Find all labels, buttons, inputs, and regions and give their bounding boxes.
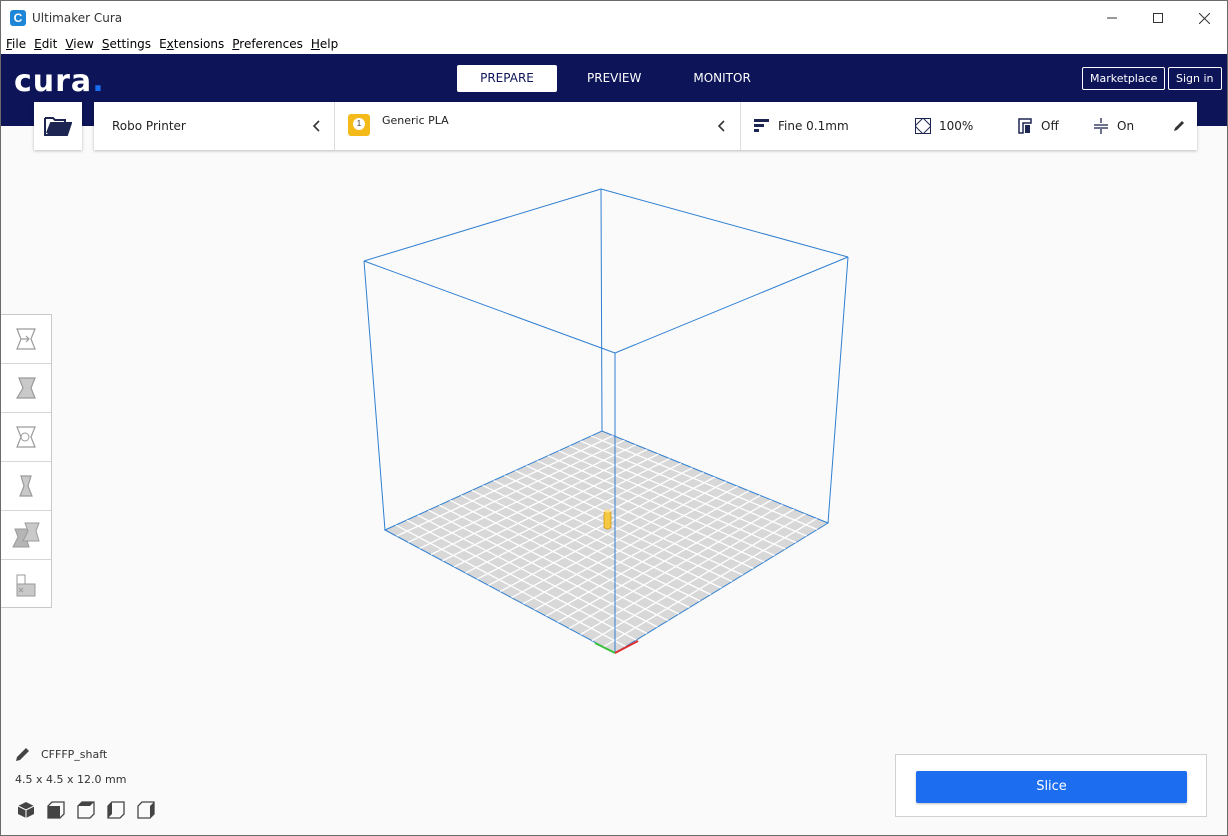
- menu-help[interactable]: Help: [308, 35, 341, 54]
- build-volume-scene: [363, 188, 849, 654]
- menu-view[interactable]: View: [62, 35, 96, 54]
- menu-extensions-accel: x: [166, 37, 174, 51]
- infill-value: 100%: [939, 119, 974, 133]
- edit-name-icon[interactable]: [15, 746, 31, 762]
- print-settings-selector[interactable]: Fine 0.1mm 100% Off On: [741, 102, 1197, 150]
- support-value: Off: [1041, 119, 1059, 133]
- menu-file[interactable]: File: [3, 35, 29, 54]
- chevron-left-icon: [312, 120, 320, 132]
- quality-icon: [754, 119, 769, 132]
- material-selector[interactable]: 1 Generic PLA: [335, 102, 741, 150]
- chevron-left-icon: [717, 120, 725, 132]
- model-cffffp-shaft[interactable]: [603, 509, 612, 530]
- maximize-icon: [1153, 13, 1163, 23]
- support-blocker-button[interactable]: [1, 560, 51, 609]
- mirror-tool-button[interactable]: [1, 462, 51, 511]
- menu-settings-label: ettings: [109, 37, 152, 51]
- mirror-tool-icon: [19, 475, 33, 497]
- sign-in-button[interactable]: Sign in: [1168, 67, 1222, 90]
- printer-name: Robo Printer: [112, 119, 186, 133]
- menu-help-accel: H: [310, 37, 320, 51]
- menu-preferences-label: references: [239, 37, 303, 51]
- menu-file-label: ile: [12, 37, 27, 51]
- left-view-icon[interactable]: [107, 801, 125, 819]
- menu-edit-label: dit: [41, 37, 58, 51]
- cura-logo: cura.: [14, 64, 105, 99]
- tab-prepare[interactable]: PREPARE: [457, 65, 557, 92]
- menu-extensions-prefix: E: [159, 37, 167, 51]
- object-dimensions: 4.5 x 4.5 x 12.0 mm: [15, 773, 127, 786]
- rotate-tool-icon: [16, 426, 36, 448]
- tab-preview[interactable]: PREVIEW: [563, 65, 665, 92]
- rotate-tool-button[interactable]: [1, 413, 51, 462]
- front-view-icon[interactable]: [47, 801, 65, 819]
- material-name: Generic PLA: [382, 114, 449, 127]
- per-model-settings-icon: [12, 522, 40, 548]
- move-tool-icon: [16, 328, 36, 350]
- printer-selector[interactable]: Robo Printer: [94, 102, 335, 150]
- window-title: Ultimaker Cura: [32, 11, 123, 25]
- app-window: C Ultimaker Cura File Edit View Settings…: [0, 0, 1228, 836]
- top-view-icon[interactable]: [77, 801, 95, 819]
- menu-view-label: iew: [73, 37, 94, 51]
- action-panel: Slice: [895, 754, 1207, 817]
- scale-tool-button[interactable]: [1, 364, 51, 413]
- menu-edit-accel: E: [34, 37, 42, 51]
- slice-button[interactable]: Slice: [916, 771, 1187, 803]
- minimize-button[interactable]: [1089, 1, 1135, 35]
- support-icon: [1018, 118, 1032, 134]
- scale-tool-icon: [15, 377, 36, 399]
- per-model-settings-button[interactable]: [1, 511, 51, 560]
- pencil-icon[interactable]: [1173, 120, 1185, 132]
- camera-view-buttons: [17, 801, 155, 819]
- object-name: CFFFP_shaft: [41, 748, 108, 761]
- move-tool-button[interactable]: [1, 315, 51, 364]
- close-icon: [1198, 12, 1210, 24]
- logo-dot: .: [92, 64, 105, 99]
- quality-setting: Fine 0.1mm: [754, 118, 849, 134]
- stage-tabs: PREPARE PREVIEW MONITOR: [457, 65, 775, 92]
- support-blocker-icon: [16, 574, 36, 596]
- tool-panel: [1, 314, 52, 608]
- adhesion-icon: [1094, 118, 1108, 134]
- 3d-viewport[interactable]: [1, 126, 1227, 835]
- open-file-button[interactable]: [34, 102, 82, 150]
- menu-extensions-label: tensions: [173, 37, 225, 51]
- close-button[interactable]: [1181, 1, 1227, 35]
- extruder-index: 1: [353, 118, 365, 130]
- marketplace-button[interactable]: Marketplace: [1082, 67, 1166, 90]
- maximize-button[interactable]: [1135, 1, 1181, 35]
- menu-bar: File Edit View Settings Extensions Prefe…: [1, 35, 1227, 54]
- menu-settings[interactable]: Settings: [99, 35, 154, 54]
- logo-text: cura: [14, 64, 93, 99]
- adhesion-setting: On: [1093, 118, 1134, 134]
- folder-open-icon: [44, 117, 72, 136]
- extruder-badge: 1: [348, 114, 370, 136]
- right-view-icon[interactable]: [137, 801, 155, 819]
- cura-app-icon: C: [10, 10, 26, 26]
- title-bar: C Ultimaker Cura: [1, 1, 1227, 35]
- print-setup-toolbar: Robo Printer 1 Generic PLA Fine 0.1mm 10…: [94, 102, 1197, 150]
- quality-value: Fine 0.1mm: [778, 119, 849, 133]
- infill-icon: [915, 118, 931, 134]
- menu-help-label: elp: [319, 37, 339, 51]
- minimize-icon: [1107, 17, 1117, 19]
- 3d-view-icon[interactable]: [17, 801, 35, 819]
- support-setting: Off: [1017, 118, 1059, 134]
- infill-setting: 100%: [915, 118, 973, 134]
- object-info: CFFFP_shaft: [15, 746, 107, 765]
- tab-monitor[interactable]: MONITOR: [669, 65, 774, 92]
- menu-edit[interactable]: Edit: [31, 35, 60, 54]
- menu-extensions[interactable]: Extensions: [156, 35, 227, 54]
- adhesion-value: On: [1117, 119, 1135, 133]
- menu-preferences[interactable]: Preferences: [229, 35, 306, 54]
